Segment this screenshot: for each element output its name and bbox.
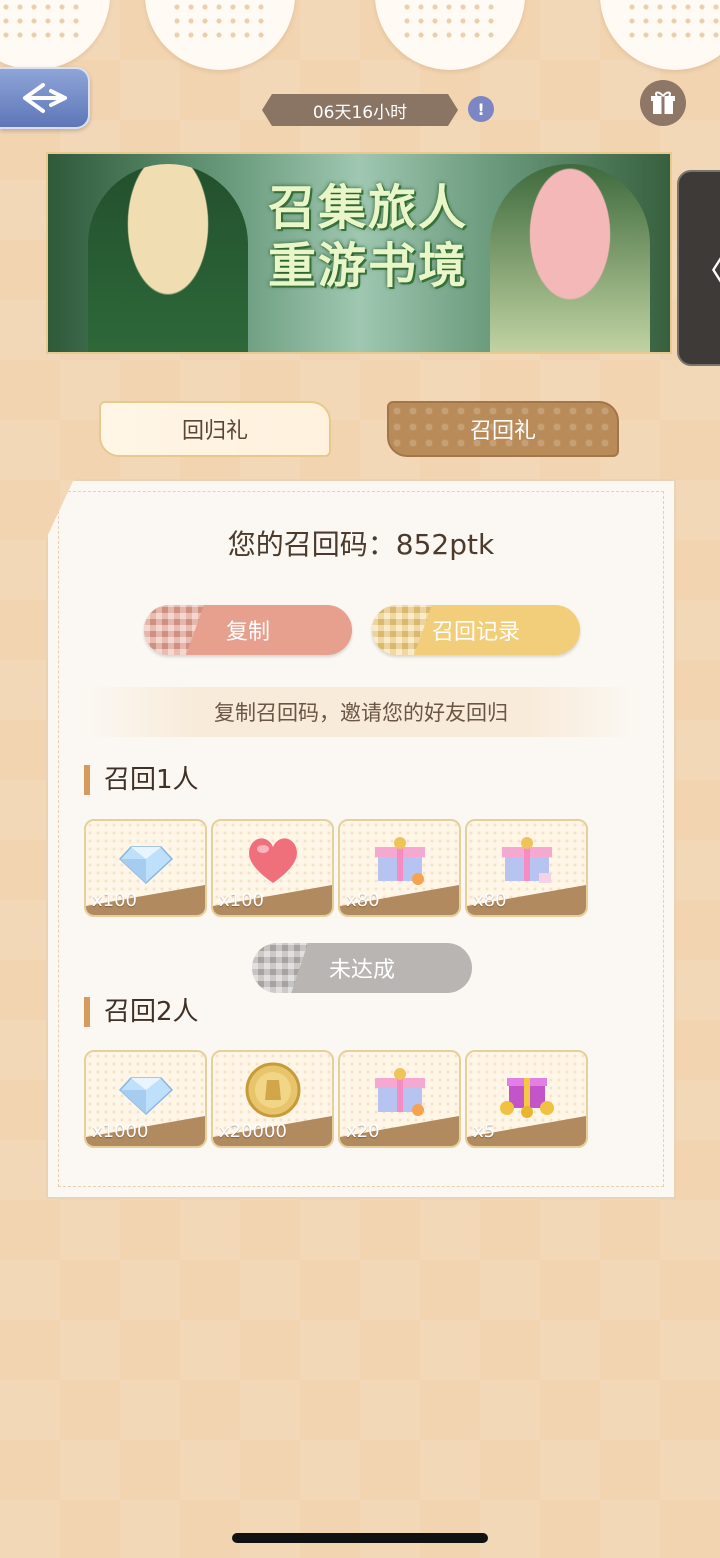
reward-item[interactable]: x1000 (84, 1050, 207, 1148)
reward-item[interactable]: x100 (84, 819, 207, 917)
recall-record-button[interactable]: 召回记录 (372, 605, 580, 655)
reward-item[interactable]: x5 (465, 1050, 588, 1148)
reward-count: x20000 (219, 1121, 287, 1142)
reward-item[interactable]: x80 (338, 819, 461, 917)
reward-count: x5 (473, 1121, 496, 1142)
chevron-left-icon: 〈 (692, 244, 720, 293)
copy-button-label: 复制 (225, 620, 270, 645)
banner-title-line2: 重游书境 (267, 238, 468, 294)
gold-coin-icon (245, 1062, 300, 1118)
reward-count: x80 (346, 890, 380, 911)
recall-panel: 您的召回码：852ptk 复制 召回记录 复制召回码，邀请您的好友回归 召回1人… (46, 479, 676, 1199)
event-banner: 召集旅人 重游书境 (46, 152, 672, 354)
lace-border (0, 0, 720, 80)
gift-button[interactable] (640, 80, 686, 126)
reward-count: x80 (473, 890, 507, 911)
section-title-recall-1: 召回1人 (84, 765, 199, 795)
reward-list-1: x100 x100 x80 x80 (84, 819, 588, 917)
gift-box-icon (501, 836, 552, 883)
heart-icon (248, 838, 297, 883)
tab-recall-gift[interactable]: 召回礼 (387, 401, 619, 457)
reward-count: x20 (346, 1121, 380, 1142)
banner-title-line1: 召集旅人 (267, 180, 468, 236)
recall-code-text: 您的召回码：852ptk (227, 528, 495, 561)
diamond-icon (118, 845, 173, 884)
invite-hint: 复制召回码，邀请您的好友回归 (84, 687, 638, 737)
reward-item[interactable]: x80 (465, 819, 588, 917)
copy-button[interactable]: 复制 (144, 605, 352, 655)
status-not-achieved: 未达成 (252, 943, 472, 993)
reward-count: x1000 (92, 1121, 149, 1142)
reward-item[interactable]: x20000 (211, 1050, 334, 1148)
reward-item[interactable]: x100 (211, 819, 334, 917)
section-title-recall-2: 召回2人 (84, 997, 199, 1027)
gold-gift-pile-icon (499, 1077, 554, 1118)
gift-box-icon (374, 1067, 425, 1116)
diamond-icon (118, 1076, 173, 1115)
status-label: 未达成 (328, 958, 395, 983)
gift-box-icon (374, 836, 425, 885)
recall-record-label: 召回记录 (431, 620, 520, 645)
side-drawer-tab[interactable]: 〈 (677, 170, 720, 366)
back-arrow-icon (23, 83, 67, 113)
home-indicator[interactable] (232, 1533, 488, 1543)
info-icon[interactable]: ! (468, 96, 494, 122)
gift-icon (651, 91, 675, 114)
back-button[interactable] (0, 67, 90, 129)
countdown-timer: 06天16小时 (262, 94, 458, 126)
banner-character-left (88, 164, 248, 352)
reward-list-2: x1000 x20000 x20 x5 (84, 1050, 588, 1148)
reward-count: x100 (92, 890, 138, 911)
tab-return-gift[interactable]: 回归礼 (99, 401, 331, 457)
reward-count: x100 (219, 890, 265, 911)
reward-item[interactable]: x20 (338, 1050, 461, 1148)
banner-title: 召集旅人 重游书境 (228, 179, 508, 295)
banner-character-right (490, 164, 650, 352)
